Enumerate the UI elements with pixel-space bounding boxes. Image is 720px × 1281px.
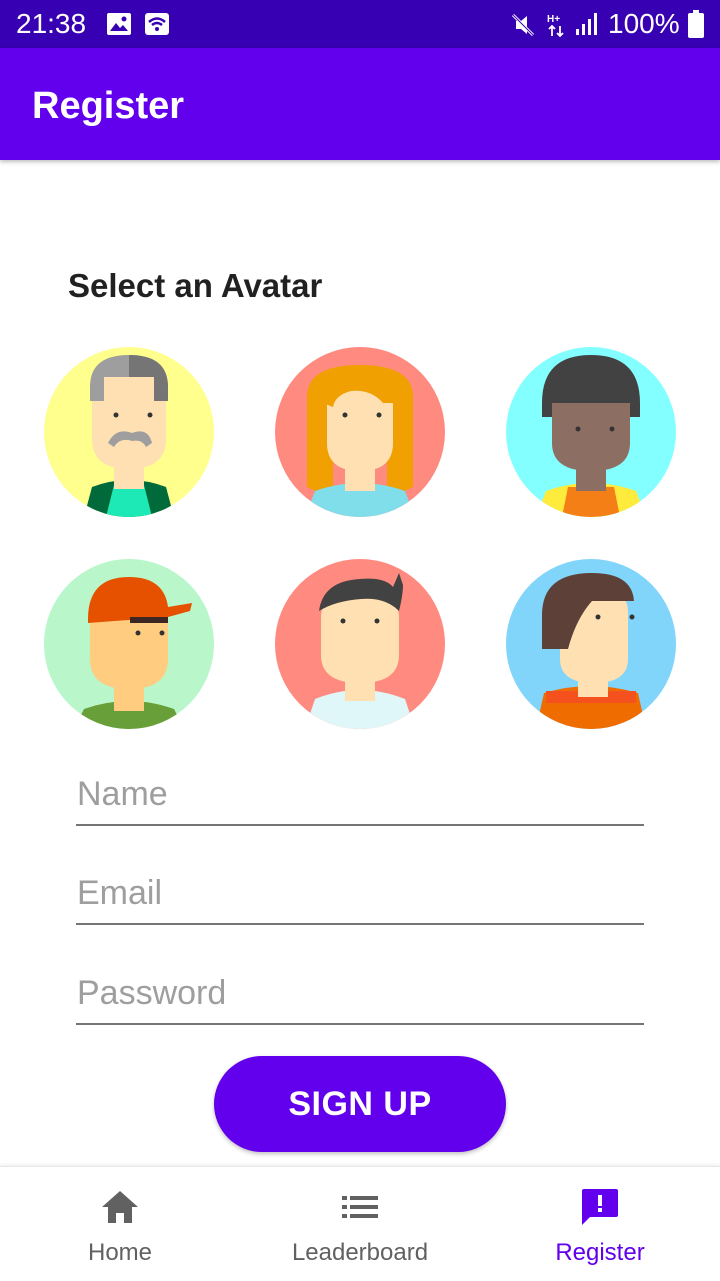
nav-label-leaderboard: Leaderboard [291,1239,429,1266]
nav-item-home[interactable]: Home [0,1167,240,1281]
list-icon [340,1187,380,1227]
sign-up-button[interactable]: SIGN UP [214,1056,506,1152]
page-title: Register [32,85,185,127]
nav-label-home: Home [87,1239,153,1266]
feedback-icon [580,1187,620,1227]
nav-label-register: Register [555,1239,645,1266]
password-input[interactable] [76,967,645,1019]
svg-text:H+: H+ [547,14,560,25]
nav-item-leaderboard[interactable]: Leaderboard [240,1167,480,1281]
bottom-navigation: Home Leaderboard Register [0,1166,720,1281]
name-field[interactable] [76,768,645,826]
name-input[interactable] [76,768,645,820]
email-field[interactable] [76,867,645,925]
mute-icon [510,12,536,43]
avatar-option-dark-hair-boy[interactable] [275,559,445,729]
signal-icon [574,12,600,41]
home-icon [100,1187,140,1227]
battery-icon [688,10,704,43]
status-time: 21:38 [16,8,87,39]
avatar-option-bob-hair-woman[interactable] [506,559,676,729]
status-bar: 21:38 H+ 100% [0,0,720,48]
avatar-option-cap-boy[interactable] [44,559,214,729]
password-field[interactable] [76,967,645,1025]
app-bar: Register [0,48,720,160]
network-type-icon: H+ [546,12,568,43]
avatar-option-blonde-woman[interactable] [275,347,445,517]
avatar-option-afro-man[interactable] [506,347,676,517]
battery-level: 100% [608,8,680,39]
wifi-status-icon [144,12,170,41]
email-input[interactable] [76,867,645,919]
avatar-section-title: Select an Avatar [68,267,323,304]
gallery-icon [106,12,132,41]
nav-item-register[interactable]: Register [480,1167,720,1281]
avatar-option-grandpa[interactable] [44,347,214,517]
